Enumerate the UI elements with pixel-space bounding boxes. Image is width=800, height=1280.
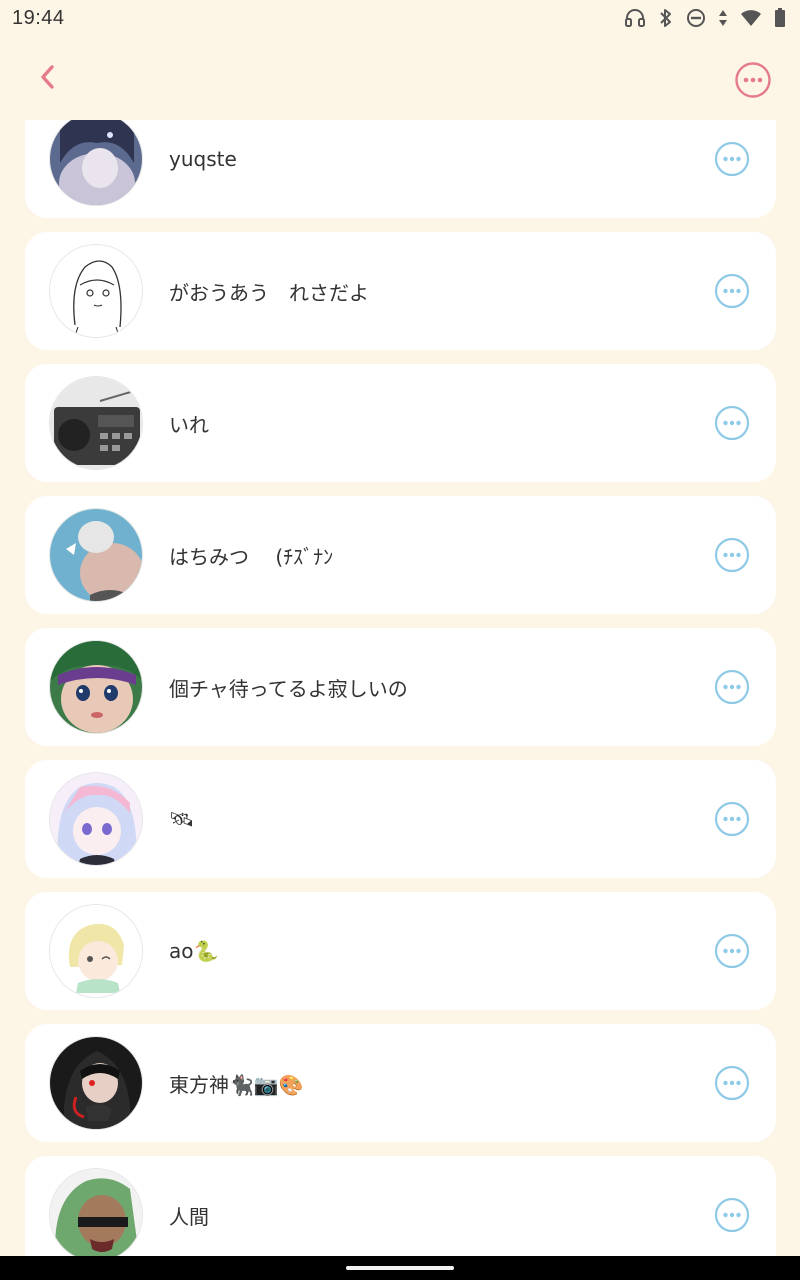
avatar (49, 244, 143, 338)
more-button[interactable] (714, 405, 750, 441)
more-button[interactable] (714, 141, 750, 177)
status-time: 19:44 (12, 6, 65, 29)
more-circle-icon (714, 933, 750, 973)
username: 個チャ待ってるよ寂しいの (169, 676, 408, 701)
more-circle-icon (714, 273, 750, 313)
more-circle-icon (714, 1197, 750, 1237)
username: はちみつ (ﾁｽﾞﾅﾝ (169, 544, 334, 569)
more-button[interactable] (714, 537, 750, 573)
avatar (49, 772, 143, 866)
username: 🛰 (169, 807, 195, 831)
more-circle-icon (714, 1065, 750, 1105)
avatar (49, 1036, 143, 1130)
list-item[interactable]: 個チャ待ってるよ寂しいの (25, 628, 776, 746)
more-circle-icon (714, 141, 750, 181)
username: yuqste (169, 147, 237, 171)
username: がおうあう れさだよ (169, 280, 369, 305)
list-item[interactable]: 人間 (25, 1156, 776, 1256)
avatar (49, 1168, 143, 1256)
app-bar (0, 36, 800, 120)
list-item[interactable]: はちみつ (ﾁｽﾞﾅﾝ (25, 496, 776, 614)
list-item[interactable]: 東方神🐈‍⬛📷🎨 (25, 1024, 776, 1142)
wifi-icon (740, 9, 762, 27)
do-not-disturb-icon (686, 8, 706, 28)
more-circle-icon (714, 801, 750, 841)
member-list-content: yuqste がおうあう れさだよ いれ はちみつ (ﾁｽﾞﾅﾝ 個チャ待ってる… (25, 120, 776, 1256)
avatar (49, 904, 143, 998)
menu-button[interactable] (734, 61, 772, 99)
list-item[interactable]: yuqste (25, 120, 776, 218)
list-item[interactable]: ao🐍 (25, 892, 776, 1010)
status-icons (624, 8, 786, 28)
battery-icon (774, 8, 786, 28)
username: いれ (169, 412, 209, 437)
member-list[interactable]: yuqste がおうあう れさだよ いれ はちみつ (ﾁｽﾞﾅﾝ 個チャ待ってる… (0, 120, 800, 1256)
bluetooth-icon (658, 8, 674, 28)
more-button[interactable] (714, 801, 750, 837)
more-button[interactable] (714, 1065, 750, 1101)
more-circle-icon (734, 62, 772, 103)
list-item[interactable]: いれ (25, 364, 776, 482)
avatar (49, 120, 143, 206)
more-button[interactable] (714, 669, 750, 705)
more-button[interactable] (714, 1197, 750, 1233)
back-button[interactable] (30, 62, 64, 96)
list-item[interactable]: がおうあう れさだよ (25, 232, 776, 350)
headphones-icon (624, 8, 646, 28)
more-button[interactable] (714, 273, 750, 309)
home-indicator[interactable] (346, 1266, 454, 1270)
avatar (49, 640, 143, 734)
avatar (49, 508, 143, 602)
more-circle-icon (714, 405, 750, 445)
username: 東方神🐈‍⬛📷🎨 (169, 1072, 304, 1097)
list-item[interactable]: 🛰 (25, 760, 776, 878)
data-arrows-icon (718, 8, 728, 28)
status-bar: 19:44 (0, 0, 800, 36)
username: ao🐍 (169, 939, 219, 963)
more-button[interactable] (714, 933, 750, 969)
chevron-left-icon (37, 63, 57, 95)
more-circle-icon (714, 537, 750, 577)
system-nav-bar (0, 1256, 800, 1280)
username: 人間 (169, 1204, 209, 1229)
more-circle-icon (714, 669, 750, 709)
avatar (49, 376, 143, 470)
